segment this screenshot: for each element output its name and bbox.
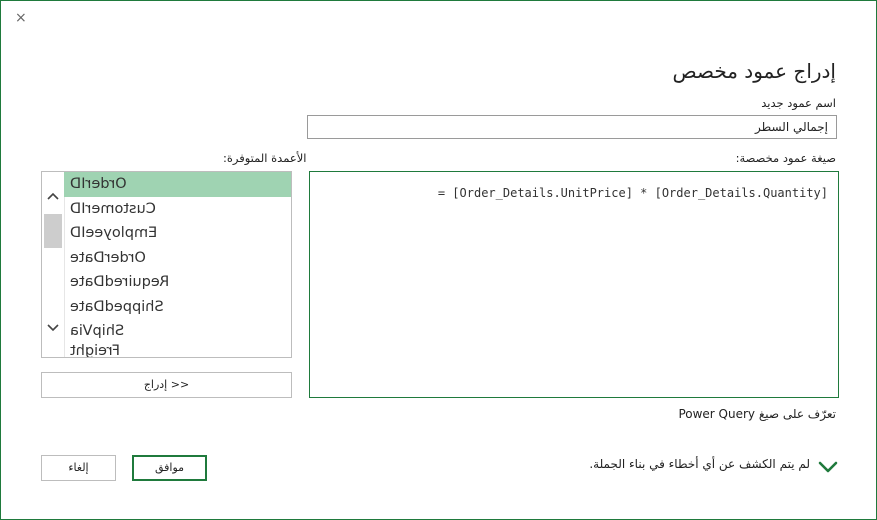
scrollbar[interactable]	[42, 172, 65, 357]
formula-text: = [Order_Details.UnitPrice] * [Order_Det…	[437, 186, 828, 200]
syntax-status-text: لم يتم الكشف عن أي أخطاء في بناء الجملة.	[589, 457, 810, 471]
column-item-employeeid[interactable]: EmployeeID	[64, 221, 291, 246]
ok-button[interactable]: موافق	[132, 455, 207, 481]
formula-editor[interactable]: = [Order_Details.UnitPrice] * [Order_Det…	[309, 171, 839, 398]
available-columns-label: الأعمدة المتوفرة:	[223, 151, 307, 165]
column-item-shipvia[interactable]: ShipVia	[64, 319, 291, 344]
close-icon[interactable]: ×	[15, 10, 27, 26]
custom-column-dialog: × إدراج عمود مخصص اسم عمود جديد صيغة عمو…	[0, 0, 877, 520]
column-item-orderid[interactable]: OrderID	[64, 172, 291, 197]
scrollbar-thumb[interactable]	[44, 214, 62, 248]
column-item-orderdate[interactable]: OrderDate	[64, 246, 291, 271]
dialog-title: إدراج عمود مخصص	[672, 59, 836, 83]
column-item-customerid[interactable]: CustomerID	[64, 197, 291, 222]
column-items: OrderID CustomerID EmployeeID OrderDate …	[64, 172, 291, 358]
learn-power-query-formulas-link[interactable]: تعرّف على صيغ Power Query	[678, 407, 836, 421]
column-item-shippeddate[interactable]: ShippedDate	[64, 295, 291, 320]
new-column-name-label: اسم عمود جديد	[761, 96, 836, 110]
scroll-up-icon[interactable]	[45, 190, 61, 204]
column-item-requireddate[interactable]: RequiredDate	[64, 270, 291, 295]
insert-column-button[interactable]: << إدراج	[41, 372, 292, 398]
checkmark-icon	[817, 459, 839, 475]
new-column-name-input[interactable]	[307, 115, 837, 139]
scroll-down-icon[interactable]	[45, 322, 61, 336]
cancel-button[interactable]: إلغاء	[41, 455, 116, 481]
column-item-freight[interactable]: Freight	[64, 344, 291, 358]
available-columns-list[interactable]: OrderID CustomerID EmployeeID OrderDate …	[41, 171, 292, 358]
formula-label: صيغة عمود مخصصة:	[735, 151, 836, 165]
